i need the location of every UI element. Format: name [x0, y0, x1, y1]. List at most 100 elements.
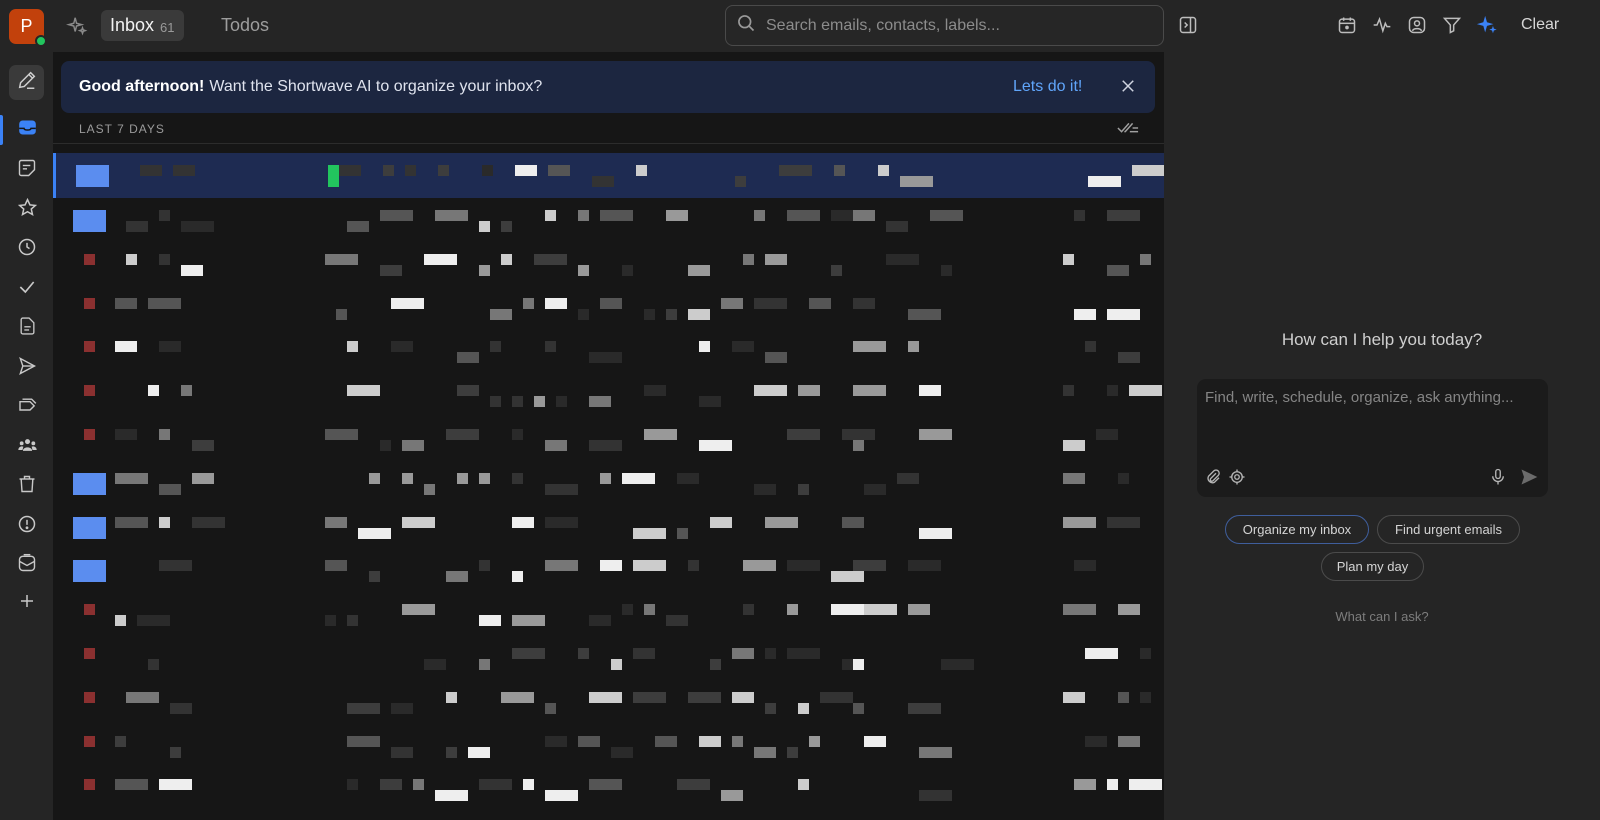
redacted-pixel — [1118, 604, 1140, 616]
redacted-pixel — [515, 165, 537, 176]
email-row[interactable] — [53, 329, 1164, 373]
sender-avatar — [84, 341, 95, 353]
redacted-pixel — [490, 396, 501, 408]
redacted-pixel — [732, 341, 754, 353]
redacted-pixel — [446, 691, 457, 703]
redacted-pixel — [1107, 264, 1129, 276]
sidebar-item-trash[interactable] — [15, 474, 39, 498]
redacted-pixel — [798, 702, 809, 714]
sidebar-item-starred[interactable] — [15, 197, 39, 222]
redacted-pixel — [765, 702, 776, 714]
suggestion-find-urgent[interactable]: Find urgent emails — [1377, 515, 1520, 544]
email-row[interactable] — [53, 680, 1164, 724]
redacted-pixel — [592, 176, 614, 187]
filter-icon[interactable] — [1441, 14, 1463, 36]
redacted-pixel — [677, 779, 710, 791]
banner-cta-link[interactable]: Lets do it! — [1013, 78, 1082, 96]
activity-icon[interactable] — [1371, 14, 1393, 36]
redacted-pixel — [578, 308, 589, 320]
ai-sparkle-icon[interactable] — [1476, 14, 1498, 36]
sender-avatar — [84, 385, 95, 397]
email-row[interactable] — [53, 242, 1164, 286]
redacted-pixel — [864, 604, 897, 616]
email-row[interactable] — [53, 198, 1164, 242]
settings-icon[interactable] — [1228, 468, 1246, 491]
inbox-panel: Good afternoon! Want the Shortwave AI to… — [53, 52, 1164, 820]
email-row[interactable] — [53, 461, 1164, 505]
redacted-pixel — [347, 615, 358, 627]
redacted-pixel — [1074, 560, 1096, 572]
sidebar-item-add[interactable] — [15, 591, 39, 615]
microphone-icon[interactable] — [1489, 467, 1507, 492]
search-bar[interactable] — [725, 5, 1164, 46]
redacted-pixel — [126, 253, 137, 265]
attachment-icon[interactable] — [1204, 468, 1222, 491]
panel-toggle-icon[interactable] — [1178, 15, 1198, 40]
redacted-pixel — [809, 297, 831, 309]
redacted-pixel — [600, 560, 622, 572]
suggestion-plan-day[interactable]: Plan my day — [1321, 552, 1424, 581]
sidebar-item-all-mail[interactable] — [15, 553, 39, 577]
redacted-pixel — [633, 560, 666, 572]
redacted-pixel — [809, 735, 820, 747]
sparkle-icon[interactable] — [65, 15, 88, 37]
clear-button[interactable]: Clear — [1521, 16, 1559, 34]
redacted-pixel — [358, 527, 391, 539]
email-row[interactable] — [53, 505, 1164, 549]
redacted-pixel — [1140, 691, 1151, 703]
email-row[interactable] — [53, 417, 1164, 461]
email-row[interactable] — [53, 548, 1164, 592]
sidebar-item-sent[interactable] — [15, 356, 39, 380]
email-row[interactable] — [53, 592, 1164, 636]
redacted-pixel — [754, 483, 776, 495]
assistant-input[interactable] — [1205, 389, 1540, 449]
calendar-icon[interactable] — [1336, 14, 1358, 36]
account-avatar[interactable]: P — [9, 9, 47, 47]
suggestion-organize-inbox[interactable]: Organize my inbox — [1225, 515, 1369, 544]
redacted-pixel — [622, 604, 633, 616]
email-row[interactable] — [53, 153, 1164, 198]
sidebar-item-done[interactable] — [15, 277, 39, 301]
redacted-pixel — [391, 341, 413, 353]
email-row[interactable] — [53, 636, 1164, 680]
sender-avatar — [73, 516, 106, 539]
email-row[interactable] — [53, 286, 1164, 330]
redacted-pixel — [578, 264, 589, 276]
sidebar-item-groups[interactable] — [15, 435, 39, 459]
redacted-pixel — [878, 165, 889, 176]
redacted-pixel — [435, 210, 468, 221]
redacted-pixel — [115, 341, 137, 353]
redacted-pixel — [1063, 472, 1085, 484]
sidebar-item-spam[interactable] — [15, 514, 39, 538]
sidebar-item-labels[interactable] — [15, 395, 39, 419]
redacted-pixel — [688, 264, 710, 276]
mark-all-done-icon[interactable] — [1117, 120, 1139, 141]
redacted-pixel — [1063, 516, 1096, 528]
what-can-i-ask-link[interactable]: What can I ask? — [1164, 609, 1600, 624]
compose-button[interactable] — [9, 65, 44, 100]
sidebar-item-notes[interactable] — [15, 158, 39, 182]
search-input[interactable] — [766, 16, 1146, 35]
redacted-pixel — [181, 385, 192, 397]
redacted-pixel — [479, 472, 490, 484]
redacted-pixel — [578, 647, 589, 659]
redacted-pixel — [864, 483, 886, 495]
redacted-pixel — [424, 658, 446, 670]
close-icon[interactable] — [1119, 77, 1137, 100]
tab-todos[interactable]: Todos — [221, 15, 269, 36]
tab-inbox[interactable]: Inbox 61 — [101, 10, 184, 41]
send-message-icon[interactable] — [1519, 467, 1539, 492]
redacted-pixel — [438, 165, 449, 176]
redacted-pixel — [644, 428, 677, 440]
contact-icon[interactable] — [1406, 14, 1428, 36]
sidebar-item-snoozed[interactable] — [15, 237, 39, 261]
redacted-pixel — [534, 396, 545, 408]
redacted-pixel — [1063, 253, 1074, 265]
email-row[interactable] — [53, 767, 1164, 811]
sidebar-item-inbox[interactable] — [15, 118, 39, 142]
redacted-pixel — [159, 516, 170, 528]
redacted-pixel — [159, 428, 170, 440]
sidebar-item-drafts[interactable] — [15, 316, 39, 340]
email-row[interactable] — [53, 724, 1164, 768]
email-row[interactable] — [53, 373, 1164, 417]
